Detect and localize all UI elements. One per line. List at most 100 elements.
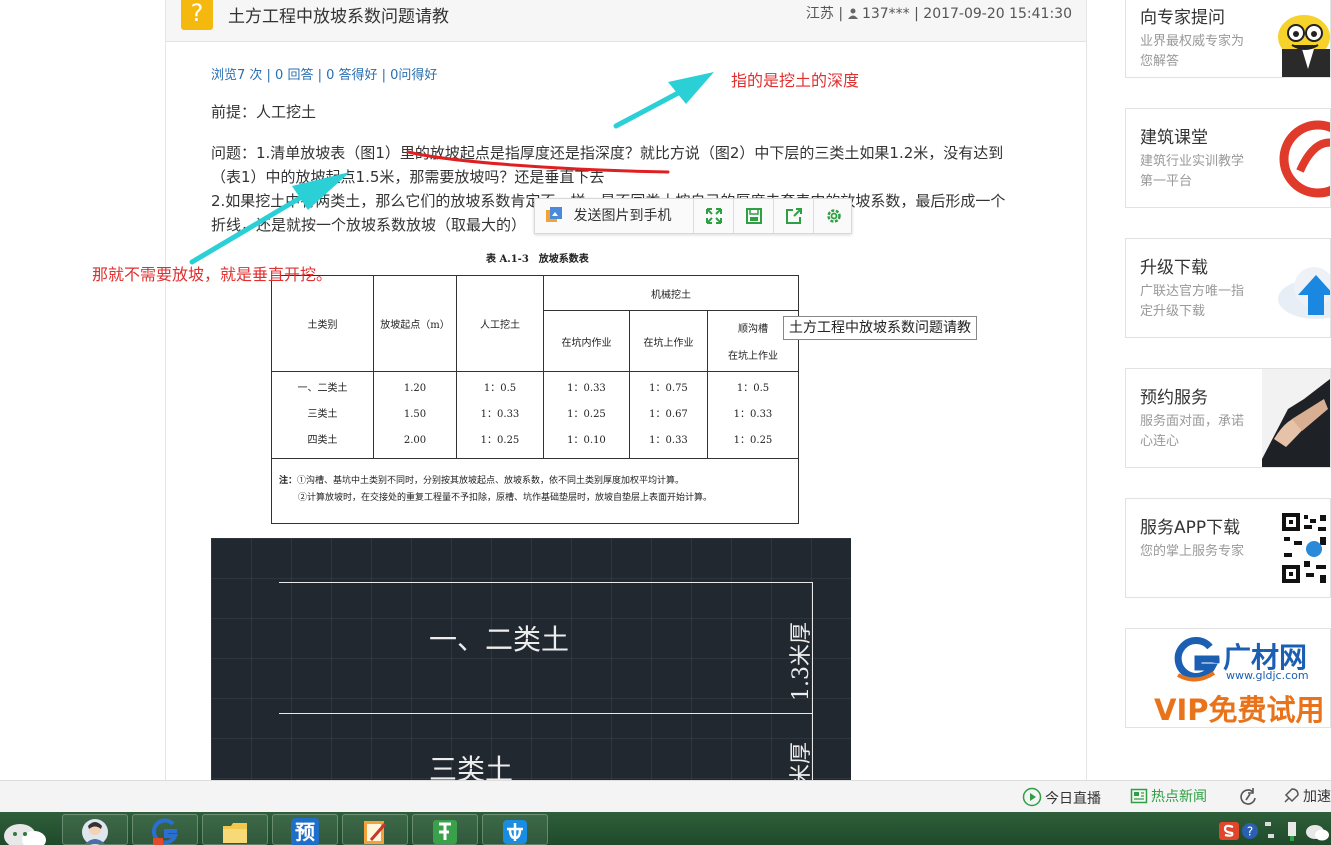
sidebar-card-title: 建筑课堂 (1140, 128, 1208, 148)
th-soil: 土类别 (271, 275, 374, 372)
accelerate-button[interactable]: 加速 (1282, 787, 1331, 807)
meta-location: 江苏 | (805, 6, 848, 22)
col-manual: 1：0.5 1：0.33 1：0.25 (456, 371, 544, 459)
send-to-phone-button[interactable]: 发送图片到手机 (545, 199, 671, 233)
fullscreen-button[interactable] (693, 199, 733, 233)
meta-user[interactable]: 137*** (862, 6, 910, 22)
taskbar-app-qq[interactable] (62, 814, 128, 845)
taskbar-app-explorer[interactable] (202, 814, 268, 845)
save-image-button[interactable] (733, 199, 773, 233)
system-tray: ? (1181, 812, 1331, 845)
cell: 1：0.33 (649, 435, 688, 446)
cell: 1：0.25 (480, 435, 520, 446)
ad-slogan: VIP免费试用 (1154, 693, 1325, 727)
sidebar-card-desc: 建筑行业实训教学第一平台 (1140, 154, 1245, 189)
help-icon[interactable]: ? (1241, 822, 1259, 840)
cell: 一、二类土 (297, 383, 348, 394)
cell: 1：0.67 (649, 409, 688, 420)
table-caption: 表 A.1-3 放坡系数表 (486, 254, 589, 265)
wechat-tray-icon[interactable] (1305, 822, 1329, 842)
cell: 1：0.33 (733, 409, 773, 420)
os-taskbar: 预 ? (0, 812, 1331, 845)
annotation-vertical: 那就不需要放坡，就是垂直开挖。 (92, 265, 333, 284)
cad-layer2-thickness: 米厚 (789, 741, 814, 780)
usb-icon[interactable] (1285, 822, 1299, 842)
cell: 四类土 (307, 435, 338, 446)
sidebar-card-title: 服务APP下载 (1140, 518, 1241, 538)
sidebar-card-classroom[interactable]: 建筑课堂 建筑行业实训教学第一平台 (1125, 108, 1331, 208)
note-2: ②计算放坡时，在交接处的重复工程量不予扣除，原槽、坑作基础垫层时，放坡自垫层上表… (298, 493, 713, 503)
cad-layer1-label: 一、二类土 (429, 623, 570, 656)
sidebar-card-upgrade[interactable]: 升级下载 广联达官方唯一指定升级下载 (1125, 238, 1331, 338)
handshake-icon (1262, 369, 1330, 467)
col-start: 1.20 1.50 2.00 (373, 371, 457, 459)
question-title: 土方工程中放坡系数问题请教 (228, 7, 449, 27)
wechat-icon (4, 824, 46, 845)
qr-code-icon (1282, 513, 1330, 585)
question-icon: ? (181, 0, 213, 30)
body-line: 问题：1.清单放坡表（图1）里的放坡起点是指厚度还是指深度？就比方说（图2）中下… (211, 144, 1004, 162)
cad-line (279, 582, 813, 583)
body-line: （表1）中的放坡起点1.5米，那需要放坡吗？还是垂直下去 (211, 168, 605, 186)
image-toolbar: 发送图片到手机 (534, 198, 852, 234)
sidebar-card-appointment[interactable]: 预约服务 服务面对面，承诺心连心 (1125, 368, 1331, 468)
cell: 1：0.10 (567, 435, 606, 446)
share-image-button[interactable] (773, 199, 813, 233)
image-settings-button[interactable] (813, 199, 853, 233)
question-meta: 江苏 | 137*** | 2017-09-20 15:41:30 (806, 3, 1072, 23)
th-inpit: 在坑内作业 (543, 310, 630, 372)
refresh-icon (1240, 788, 1256, 805)
browser-status-bar: 今日直播 热点新闻 加速 (0, 780, 1331, 812)
cloud-download-icon (1278, 267, 1330, 319)
status-refresh-button[interactable] (1238, 787, 1261, 807)
taskbar-wechat[interactable] (0, 814, 52, 845)
taskbar-app-budget[interactable]: 预 (272, 814, 338, 845)
sidebar-card-app-download[interactable]: 服务APP下载 您的掌上服务专家 (1125, 498, 1331, 598)
annotation-depth: 指的是挖土的深度 (731, 71, 860, 90)
cad-line (279, 713, 813, 714)
sidebar-card-desc: 服务面对面，承诺心连心 (1140, 414, 1245, 449)
blue-app-icon (503, 820, 527, 844)
expert-mascot-icon (1278, 15, 1330, 77)
cell: 1：0.25 (567, 409, 606, 420)
sidebar-card-ask-expert[interactable]: 向专家提问 业界最权威专家为您解答 (1125, 0, 1331, 78)
tray-small-icons[interactable] (1263, 820, 1279, 842)
cell: 1：0.5 (736, 383, 770, 394)
hot-news-label: 热点新闻 (1151, 789, 1207, 805)
cad-drawing-image[interactable]: 一、二类土 1.3米厚 三类土 米厚 (211, 538, 851, 780)
note-1: 注：①沟槽、基坑中土类别不同时，分别按其放坡起点、放坡系数，依不同土类别厚度加权… (279, 473, 798, 490)
share-icon (786, 208, 802, 224)
th-trench-line2: 在坑上作业 (728, 351, 778, 362)
note-1-text: ①沟槽、基坑中土类别不同时，分别按其放坡起点、放坡系数，依不同土类别厚度加权平均… (297, 476, 685, 486)
taskbar-app-calc[interactable] (412, 814, 478, 845)
sogou-input-icon[interactable] (1219, 822, 1239, 840)
taskbar-app-tool[interactable] (482, 814, 548, 845)
col-inpit: 1：0.33 1：0.25 1：0.10 (543, 371, 630, 459)
today-live-label: 今日直播 (1045, 791, 1101, 807)
cell: 1：0.75 (649, 383, 688, 394)
col-soil: 一、二类土 三类土 四类土 (271, 371, 374, 459)
question-header: ? 土方工程中放坡系数问题请教 江苏 | 137*** | 2017-09-20… (166, 0, 1086, 42)
play-circle-icon (1022, 787, 1042, 807)
question-panel: ? 土方工程中放坡系数问题请教 江苏 | 137*** | 2017-09-20… (165, 0, 1087, 780)
today-live-button[interactable]: 今日直播 (1022, 787, 1101, 807)
cad-layer1-thickness: 1.3米厚 (789, 622, 814, 701)
hot-news-button[interactable]: 热点新闻 (1130, 787, 1207, 807)
image-send-icon (546, 207, 562, 222)
glodon-app-icon (151, 818, 179, 845)
slope-table-image[interactable]: 表 A.1-3 放坡系数表 土类别 放坡起点（m） 人工挖土 机械挖土 在坑内作… (271, 250, 801, 525)
slope-table: 土类别 放坡起点（m） 人工挖土 机械挖土 在坑内作业 在坑上作业 顺沟槽 在坑上… (271, 275, 799, 459)
taskbar-app-notes[interactable] (342, 814, 408, 845)
question-stats: 浏览7 次 | 0 回答 | 0 答得好 | 0问得好 (211, 68, 438, 83)
th-manual: 人工挖土 (456, 275, 544, 372)
col-onpit: 1：0.75 1：0.67 1：0.33 (629, 371, 708, 459)
ad-banner-gcw[interactable]: 广材网 www.gldjc.com VIP免费试用 (1125, 628, 1331, 728)
taskbar-app-glodon[interactable] (132, 814, 198, 845)
budget-app-icon: 预 (291, 818, 319, 845)
notepad-icon (364, 821, 387, 844)
folder-icon (223, 823, 247, 843)
sidebar-card-desc: 业界最权威专家为您解答 (1140, 34, 1245, 69)
cell: 1：0.33 (567, 383, 606, 394)
classroom-logo-icon (1279, 120, 1330, 198)
note-label: 注： (279, 476, 298, 486)
